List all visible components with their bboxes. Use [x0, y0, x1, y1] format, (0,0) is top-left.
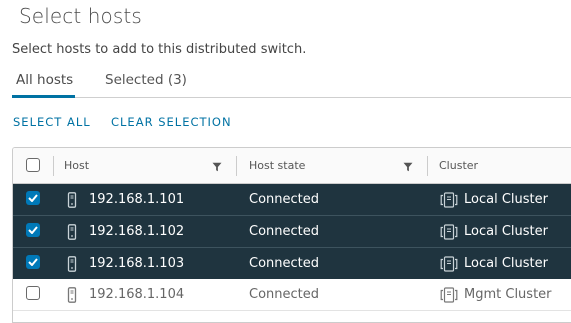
host-name: 192.168.1.103	[89, 256, 185, 271]
checkmark-icon	[28, 226, 38, 234]
column-divider	[53, 156, 54, 176]
cluster-name: Local Cluster	[464, 224, 548, 239]
host-server-icon	[67, 224, 77, 240]
row-checkbox[interactable]	[26, 286, 40, 300]
host-filter-icon[interactable]	[212, 162, 222, 172]
cluster-name: Mgmt Cluster	[464, 287, 552, 302]
host-server-icon	[67, 256, 77, 272]
column-header-host-state[interactable]: Host state	[249, 148, 305, 183]
row-checkbox[interactable]	[26, 223, 40, 237]
page-title: Select hosts	[19, 4, 142, 28]
table-row[interactable]: 192.168.1.101 Connected Local Cluster	[13, 184, 571, 216]
host-server-icon	[67, 287, 77, 303]
table-row[interactable]: 192.168.1.104 Connected Mgmt Cluster	[13, 279, 571, 311]
cluster-icon	[440, 256, 458, 272]
column-divider	[427, 156, 428, 176]
tab-selected-hosts[interactable]: Selected (3)	[105, 72, 187, 95]
cluster-icon	[440, 287, 458, 303]
host-state: Connected	[249, 287, 320, 302]
host-state: Connected	[249, 256, 320, 271]
select-all-link[interactable]: SELECT ALL	[13, 115, 91, 129]
row-checkbox[interactable]	[26, 191, 40, 205]
cluster-icon	[440, 224, 458, 240]
column-header-cluster[interactable]: Cluster	[439, 148, 478, 183]
cluster-name: Local Cluster	[464, 256, 548, 271]
page-subtitle: Select hosts to add to this distributed …	[12, 42, 307, 57]
tab-all-hosts[interactable]: All hosts	[12, 72, 76, 98]
datagrid-header: Host Host state Cluster	[13, 148, 571, 184]
host-server-icon	[67, 192, 77, 208]
host-name: 192.168.1.101	[89, 192, 185, 207]
column-divider	[236, 156, 237, 176]
checkmark-icon	[28, 258, 38, 266]
table-row[interactable]: 192.168.1.102 Connected Local Cluster	[13, 216, 571, 248]
table-row[interactable]: 192.168.1.103 Connected Local Cluster	[13, 248, 571, 280]
host-state: Connected	[249, 192, 320, 207]
tab-bar: All hosts Selected (3)	[12, 72, 571, 98]
checkmark-icon	[28, 194, 38, 202]
cluster-name: Local Cluster	[464, 192, 548, 207]
host-state: Connected	[249, 224, 320, 239]
host-name: 192.168.1.104	[89, 287, 185, 302]
cluster-icon	[440, 192, 458, 208]
host-name: 192.168.1.102	[89, 224, 185, 239]
select-all-checkbox[interactable]	[26, 158, 40, 172]
host-state-filter-icon[interactable]	[403, 162, 413, 172]
row-checkbox[interactable]	[26, 255, 40, 269]
hosts-datagrid: Host Host state Cluster 192.168.1.101 Co…	[12, 147, 571, 323]
clear-selection-link[interactable]: CLEAR SELECTION	[111, 115, 232, 129]
column-header-host[interactable]: Host	[64, 148, 89, 183]
